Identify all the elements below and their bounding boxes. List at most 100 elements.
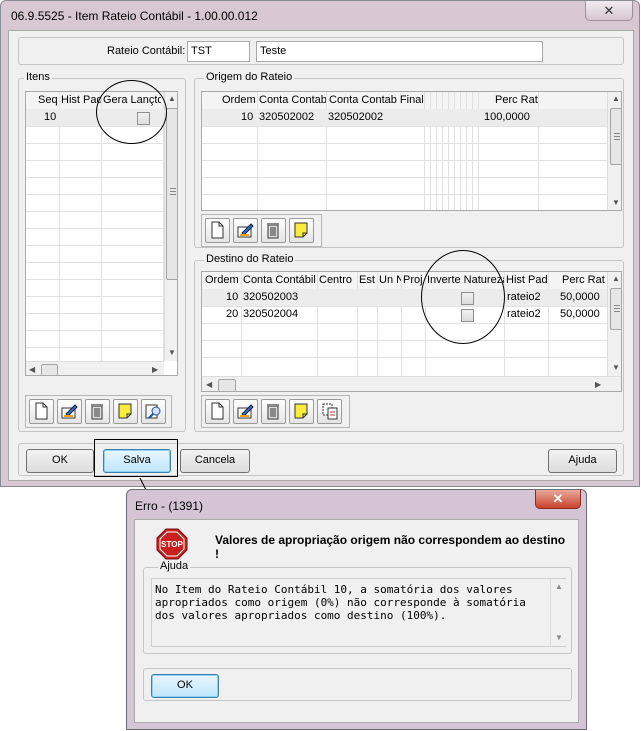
- col-conta-contabil[interactable]: Conta Contábil: [243, 274, 317, 286]
- edit-icon: [61, 404, 78, 419]
- help-vscroll[interactable]: ▲ ▼: [550, 579, 566, 646]
- new-icon: [35, 402, 48, 420]
- destino-ordem-cell: 20: [226, 308, 239, 320]
- new-icon: [211, 221, 224, 239]
- table-row[interactable]: 20 320502004 rateio2 50,0000: [202, 306, 607, 323]
- window-title: 06.9.5525 - Item Rateio Contábil - 1.00.…: [11, 9, 258, 23]
- destino-group: Destino do Rateio Ordem Conta Contábil C…: [194, 253, 624, 432]
- error-close-button[interactable]: ✕: [535, 490, 581, 509]
- itens-label: Itens: [24, 71, 52, 83]
- close-icon: ✕: [552, 491, 564, 506]
- col-perc-rat[interactable]: Perc Rat: [562, 274, 607, 286]
- table-row[interactable]: 10 320502003 rateio2 50,0000: [202, 289, 607, 306]
- origem-grid[interactable]: Ordem Conta Contab Conta Contab Final Pe…: [201, 91, 622, 211]
- destino-vscroll-thumb[interactable]: [610, 288, 621, 330]
- note-icon: [294, 222, 308, 238]
- itens-note-button[interactable]: [113, 399, 138, 424]
- itens-edit-button[interactable]: [57, 399, 82, 424]
- destino-perc-cell: 50,0000: [560, 291, 600, 303]
- col-hist-pad[interactable]: Hist Pad: [506, 274, 552, 286]
- copy-icon: [322, 403, 338, 420]
- origem-vscroll[interactable]: ▲ ▼: [607, 92, 621, 210]
- origem-vscroll-thumb[interactable]: [610, 108, 621, 165]
- annotation-circle: [96, 80, 167, 144]
- destino-ordem-cell: 10: [226, 291, 239, 303]
- main-window: 06.9.5525 - Item Rateio Contábil - 1.00.…: [0, 0, 640, 487]
- origem-header: Ordem Conta Contab Conta Contab Final Pe…: [202, 92, 607, 110]
- col-hist-pad[interactable]: Hist Pad: [61, 94, 101, 106]
- origem-group: Origem do Rateio Ordem Conta Contab Cont…: [194, 71, 624, 248]
- origem-edit-button[interactable]: [233, 218, 258, 243]
- col-ordem[interactable]: Ordem: [222, 94, 256, 106]
- delete-icon: [267, 223, 279, 239]
- destino-copy-button[interactable]: [317, 399, 342, 424]
- col-ordem[interactable]: Ordem: [205, 274, 242, 286]
- title-bar: 06.9.5525 - Item Rateio Contábil - 1.00.…: [1, 1, 639, 31]
- edit-icon: [237, 223, 254, 238]
- origem-note-button[interactable]: [289, 218, 314, 243]
- destino-hscroll-thumb[interactable]: [218, 379, 236, 391]
- col-conta-contab-final[interactable]: Conta Contab Final: [329, 94, 423, 106]
- rateio-description-field[interactable]: Teste: [256, 41, 543, 62]
- error-ok-button[interactable]: OK: [151, 674, 219, 698]
- ajuda-button[interactable]: Ajuda: [548, 449, 617, 473]
- delete-icon: [267, 404, 279, 420]
- origem-conta-final-cell: 320502002: [328, 111, 384, 123]
- itens-vscroll[interactable]: ▲ ▼: [164, 92, 177, 361]
- origem-new-button[interactable]: [205, 218, 230, 243]
- annotation-circle: [421, 250, 505, 344]
- note-icon: [118, 403, 132, 419]
- itens-seq-cell: 10: [44, 111, 57, 123]
- itens-vscroll-thumb[interactable]: [166, 108, 177, 280]
- error-button-bar: OK: [143, 668, 572, 701]
- destino-edit-button[interactable]: [233, 399, 258, 424]
- col-centro[interactable]: Centro: [319, 274, 357, 286]
- delete-icon: [91, 404, 103, 420]
- itens-delete-button[interactable]: [85, 399, 110, 424]
- destino-vscroll[interactable]: ▲ ▼: [607, 272, 621, 376]
- rateio-code-value: TST: [191, 45, 212, 57]
- error-dialog-title: Erro - (1391): [135, 499, 204, 513]
- stop-icon: STOP: [156, 528, 188, 560]
- destino-new-button[interactable]: [205, 399, 230, 424]
- col-seq[interactable]: Seq: [38, 94, 58, 106]
- search-icon: [145, 404, 161, 419]
- destino-hscroll[interactable]: ◀ ▶: [202, 376, 621, 391]
- itens-new-button[interactable]: [29, 399, 54, 424]
- itens-search-button[interactable]: [141, 399, 166, 424]
- origem-ordem-cell: 10: [241, 111, 254, 123]
- col-conta-contab[interactable]: Conta Contab: [259, 94, 326, 106]
- destino-conta-cell: 320502004: [243, 308, 299, 320]
- header-panel: Rateio Contábil: TST Teste: [18, 37, 624, 65]
- col-un-n[interactable]: Un N: [379, 274, 401, 286]
- destino-toolbar: [201, 395, 350, 428]
- origem-delete-button[interactable]: [261, 218, 286, 243]
- note-icon: [294, 403, 308, 419]
- help-text-area[interactable]: No Item do Rateio Contábil 10, a somatór…: [151, 578, 566, 647]
- origem-conta-cell: 320502002: [259, 111, 315, 123]
- origem-label: Origem do Rateio: [204, 71, 295, 83]
- itens-hscroll[interactable]: ◀ ▶: [26, 361, 164, 375]
- close-button[interactable]: ✕: [585, 1, 633, 21]
- new-icon: [211, 402, 224, 420]
- error-dialog-client: STOP Valores de apropriação origem não c…: [134, 519, 579, 723]
- col-est[interactable]: Est: [359, 274, 377, 286]
- annotation-box: [94, 439, 178, 477]
- ajuda-label: Ajuda: [158, 560, 191, 572]
- col-perc-rat[interactable]: Perc Rat: [495, 94, 538, 106]
- table-row[interactable]: 10 320502002 320502002 100,0000: [202, 109, 607, 126]
- ok-button[interactable]: OK: [26, 449, 94, 473]
- destino-note-button[interactable]: [289, 399, 314, 424]
- itens-hscroll-thumb[interactable]: [41, 364, 58, 375]
- destino-header: Ordem Conta Contábil Centro Est Un N Pro…: [202, 272, 607, 290]
- rateio-description-value: Teste: [260, 45, 287, 57]
- destino-grid[interactable]: Ordem Conta Contábil Centro Est Un N Pro…: [201, 271, 622, 392]
- cancela-button[interactable]: Cancela: [180, 449, 250, 473]
- stop-icon-text: STOP: [161, 540, 183, 549]
- rateio-code-field[interactable]: TST: [187, 41, 250, 62]
- close-icon: ✕: [603, 3, 615, 18]
- itens-group: Itens Seq Hist Pad Gera Lançto 10 ▲ ▼ ◀ …: [18, 71, 186, 432]
- origem-perc-cell: 100,0000: [484, 111, 530, 123]
- destino-conta-cell: 320502003: [243, 291, 299, 303]
- destino-delete-button[interactable]: [261, 399, 286, 424]
